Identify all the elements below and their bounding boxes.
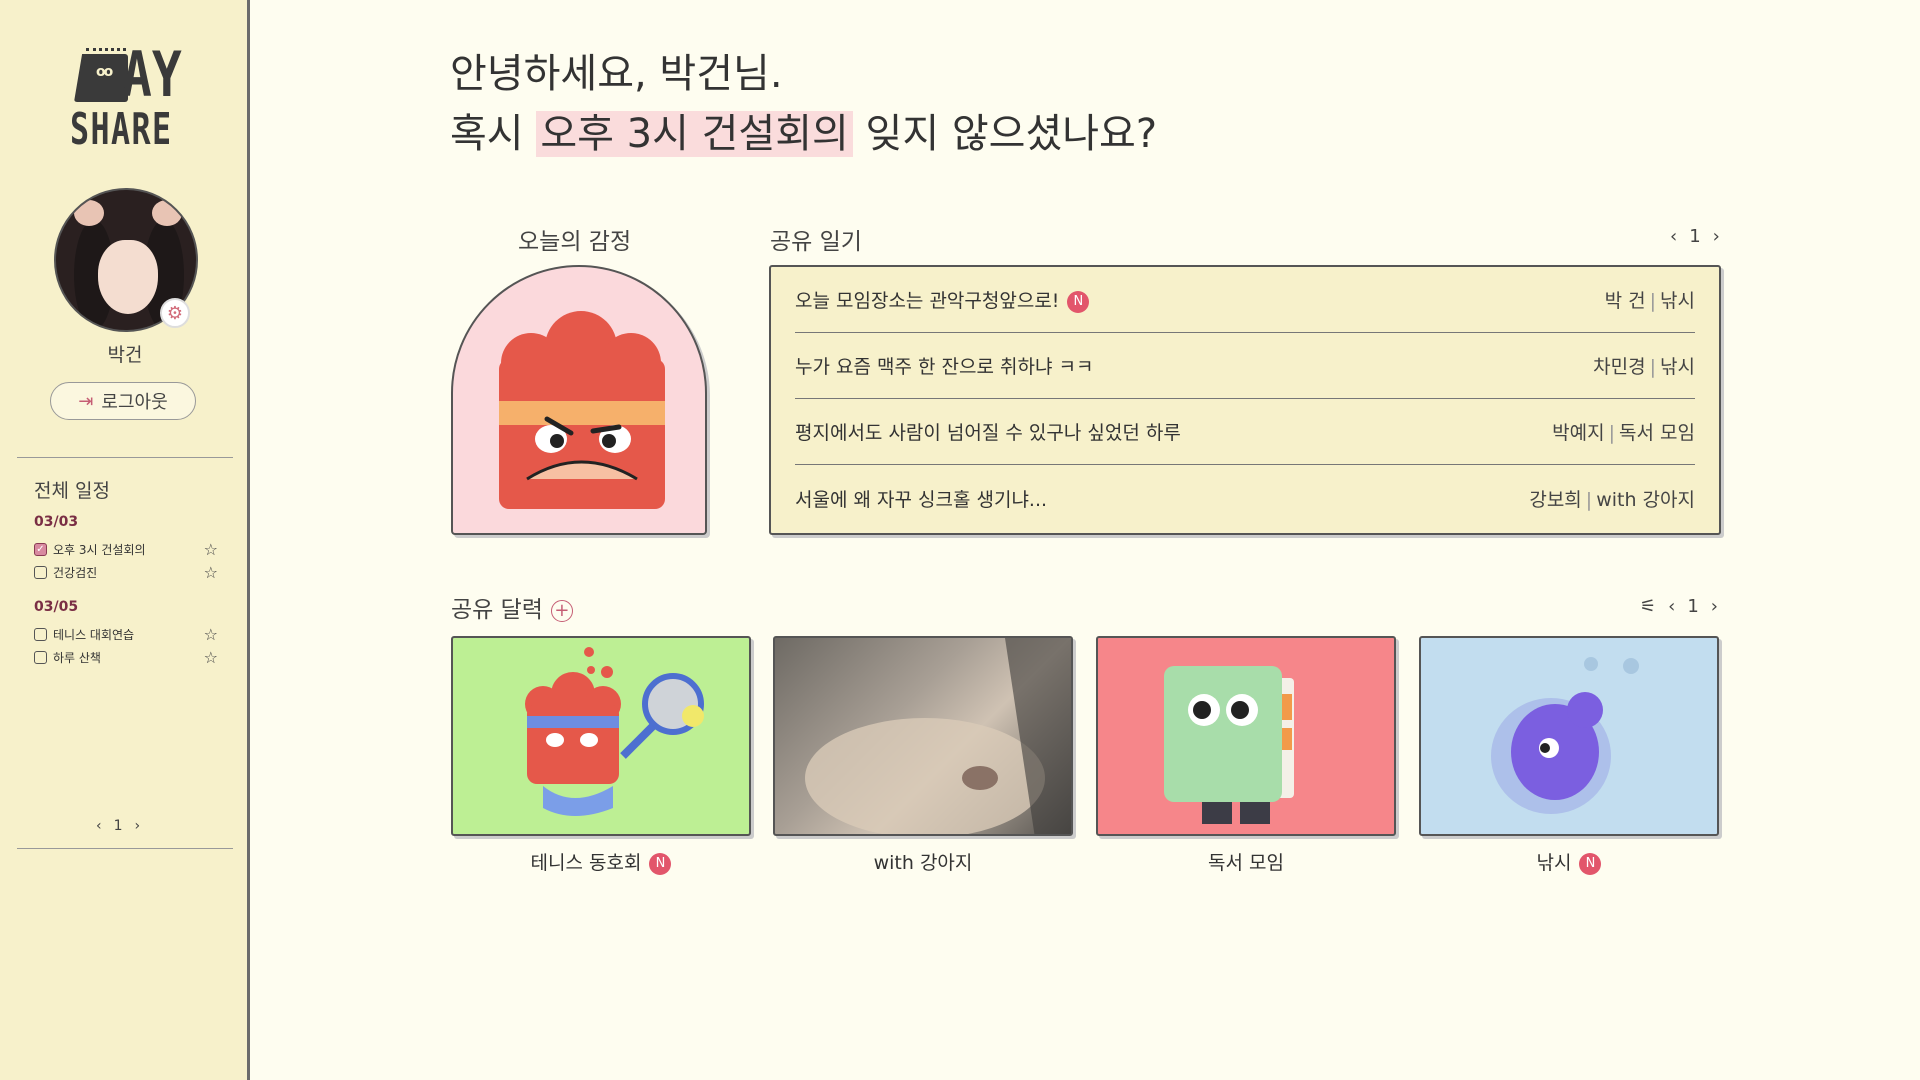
schedule-checkbox[interactable] [34,650,47,664]
next-page-icon[interactable]: › [1713,226,1720,247]
prev-page-icon[interactable]: ‹ [96,818,102,834]
prev-page-icon[interactable]: ‹ [1670,226,1677,247]
app-logo[interactable]: oo AY SHARE [68,44,182,156]
calendar-pager: ⚟ ‹ 1 › [1640,596,1718,617]
diary-title-text: 서울에 왜 자꾸 싱크홀 생기냐... [795,488,1048,511]
schedule-checkbox[interactable] [34,627,47,641]
diary-row[interactable]: 오늘 모임장소는 관악구청앞으로! N 박 건 | 낚시 [795,267,1695,333]
schedule-item-label: 테니스 대회연습 [53,627,135,642]
diary-pager: ‹ 1 › [1670,226,1720,247]
emotion-card[interactable] [451,265,707,535]
new-badge: N [1067,290,1090,313]
emotion-title: 오늘의 감정 [518,229,632,255]
new-badge: N [649,852,672,875]
greeting-highlight: 오후 3시 건설회의 [536,111,853,157]
calendar-card-fishing[interactable] [1419,636,1719,836]
angry-character-icon [499,311,665,509]
diary-author: 차민경 [1593,356,1646,378]
next-page-icon[interactable]: › [1711,596,1718,617]
calendar-card-label: 독서 모임 [1208,852,1284,874]
logout-icon: ⇥ [78,390,94,412]
schedule-item-label: 건강검진 [53,565,98,580]
page-number: 1 [113,818,123,834]
user-name: 박건 [107,344,143,366]
diary-row[interactable]: 서울에 왜 자꾸 싱크홀 생기냐... 강보희 | with 강아지 [795,465,1695,531]
greeting-line-2: 혹시 오후 3시 건설회의 잊지 않으셨나요? [450,111,1158,157]
schedule-item-label: 오후 3시 건설회의 [53,542,146,557]
calendar-card-tennis[interactable] [451,636,751,836]
star-icon[interactable]: ☆ [204,563,218,582]
diary-list: 오늘 모임장소는 관악구청앞으로! N 박 건 | 낚시 누가 요즘 맥주 한 잔으로… [769,265,1721,535]
calendar-card-label: 테니스 동호회 N [451,848,751,875]
page-number: 1 [1689,226,1701,247]
schedule-date: 03/05 [34,599,79,615]
diary-group: 낚시 [1660,356,1695,378]
schedule-item[interactable]: 하루 산책 ☆ [34,647,218,667]
calendar-card-label: with 강아지 [873,852,973,874]
logout-label: 로그아웃 [101,392,168,413]
schedule-item[interactable]: ✓ 오후 3시 건설회의 ☆ [34,539,218,559]
calendar-title: 공유 달력 [451,597,543,623]
add-calendar-icon[interactable]: + [550,599,573,622]
diary-author: 박 건 [1604,290,1646,312]
diary-title-text: 평지에서도 사람이 넘어질 수 있구나 싶었던 하루 [795,422,1181,444]
schedule-checkbox[interactable] [34,565,47,579]
schedule-item[interactable]: 건강검진 ☆ [34,562,218,582]
calendar-card-label: 낚시 N [1419,848,1719,875]
sidebar-divider [17,848,233,849]
diary-group: with 강아지 [1596,488,1695,511]
diary-group: 낚시 [1660,290,1695,312]
page-number: 1 [1687,596,1699,617]
schedule-pager: ‹ 1 › [96,818,140,834]
calendar-card-book[interactable] [1096,636,1396,836]
star-icon[interactable]: ☆ [204,540,218,559]
diary-author: 강보희 [1529,488,1582,511]
new-badge: N [1579,852,1602,875]
sidebar: oo AY SHARE ⚙ 박건 ⇥ 로그아웃 전체 일정 03/03 ✓ 오후… [0,0,250,1080]
logo-text-top: AY [122,38,182,111]
schedule-date: 03/03 [34,514,79,530]
star-icon[interactable]: ☆ [204,625,218,644]
profile-settings-icon[interactable]: ⚙ [160,298,190,328]
filter-icon[interactable]: ⚟ [1640,596,1656,617]
next-page-icon[interactable]: › [135,818,141,834]
tennis-character-icon [525,647,704,816]
schedule-title: 전체 일정 [34,480,110,502]
schedule-item[interactable]: 테니스 대회연습 ☆ [34,624,218,644]
fish-character-icon [1491,657,1639,814]
diary-title-text: 누가 요즘 맥주 한 잔으로 취하냐 ㅋㅋ [795,356,1094,378]
greeting: 안녕하세요, 박건님. 혹시 오후 3시 건설회의 잊지 않으셨나요? [450,44,1157,164]
star-icon[interactable]: ☆ [204,648,218,667]
diary-row[interactable]: 누가 요즘 맥주 한 잔으로 취하냐 ㅋㅋ 차민경 | 낚시 [795,333,1695,399]
diary-author: 박예지 [1552,422,1605,444]
diary-title: 공유 일기 [770,229,862,255]
schedule-item-label: 하루 산책 [53,650,101,665]
logout-button[interactable]: ⇥ 로그아웃 [50,382,196,420]
diary-group: 독서 모임 [1619,422,1695,444]
calendar-card-dog[interactable] [773,636,1073,836]
sidebar-divider [17,457,233,458]
schedule-checkbox[interactable]: ✓ [34,542,47,556]
dog-photo [805,638,1071,834]
book-character-icon [1164,666,1294,824]
calendar-section-title: 공유 달력 + [451,590,573,624]
logo-text-bottom: SHARE [70,104,173,155]
prev-page-icon[interactable]: ‹ [1668,596,1675,617]
greeting-line-1: 안녕하세요, 박건님. [450,51,783,97]
diary-row[interactable]: 평지에서도 사람이 넘어질 수 있구나 싶었던 하루 박예지 | 독서 모임 [795,399,1695,465]
diary-title-text: 오늘 모임장소는 관악구청앞으로! [795,290,1060,312]
